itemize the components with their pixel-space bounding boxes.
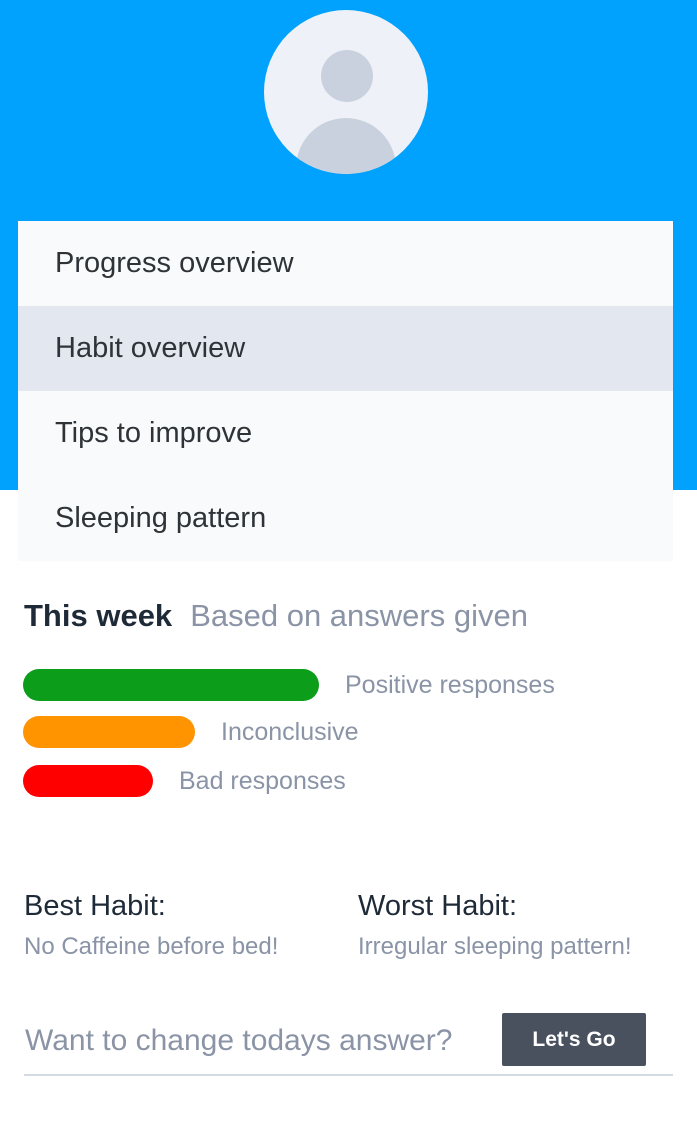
worst-habit: Worst Habit: Irregular sleeping pattern! [358, 890, 632, 961]
bad-responses-row: Bad responses [23, 765, 346, 797]
inconclusive-label: Inconclusive [221, 717, 359, 746]
positive-responses-row: Positive responses [23, 669, 555, 701]
inconclusive-row: Inconclusive [23, 716, 359, 748]
worst-habit-title: Worst Habit: [358, 890, 518, 922]
menu-item-sleeping-pattern[interactable]: Sleeping pattern [18, 476, 673, 561]
change-answer-question: Want to change todays answer? [25, 1024, 453, 1057]
overview-menu: Progress overview Habit overview Tips to… [18, 221, 673, 561]
lets-go-button[interactable]: Let's Go [502, 1013, 646, 1066]
avatar-body-shape [296, 118, 396, 174]
positive-responses-label: Positive responses [345, 670, 555, 699]
user-avatar-icon[interactable] [264, 10, 428, 174]
menu-item-progress-overview[interactable]: Progress overview [18, 221, 673, 306]
week-subtitle: Based on answers given [190, 598, 528, 633]
menu-item-habit-overview[interactable]: Habit overview [18, 306, 673, 391]
bad-responses-label: Bad responses [179, 766, 346, 795]
week-title: This week [24, 598, 173, 633]
worst-habit-value: Irregular sleeping pattern! [358, 933, 632, 960]
best-habit-value: No Caffeine before bed! [24, 933, 279, 960]
avatar-head-shape [321, 50, 373, 102]
week-header: This week Based on answers given [24, 598, 528, 634]
positive-responses-bar [23, 669, 319, 701]
best-habit-title: Best Habit: [24, 890, 166, 922]
divider [24, 1074, 673, 1076]
best-habit: Best Habit: No Caffeine before bed! [24, 890, 278, 961]
menu-item-tips-to-improve[interactable]: Tips to improve [18, 391, 673, 476]
inconclusive-bar [23, 716, 195, 748]
bad-responses-bar [23, 765, 153, 797]
